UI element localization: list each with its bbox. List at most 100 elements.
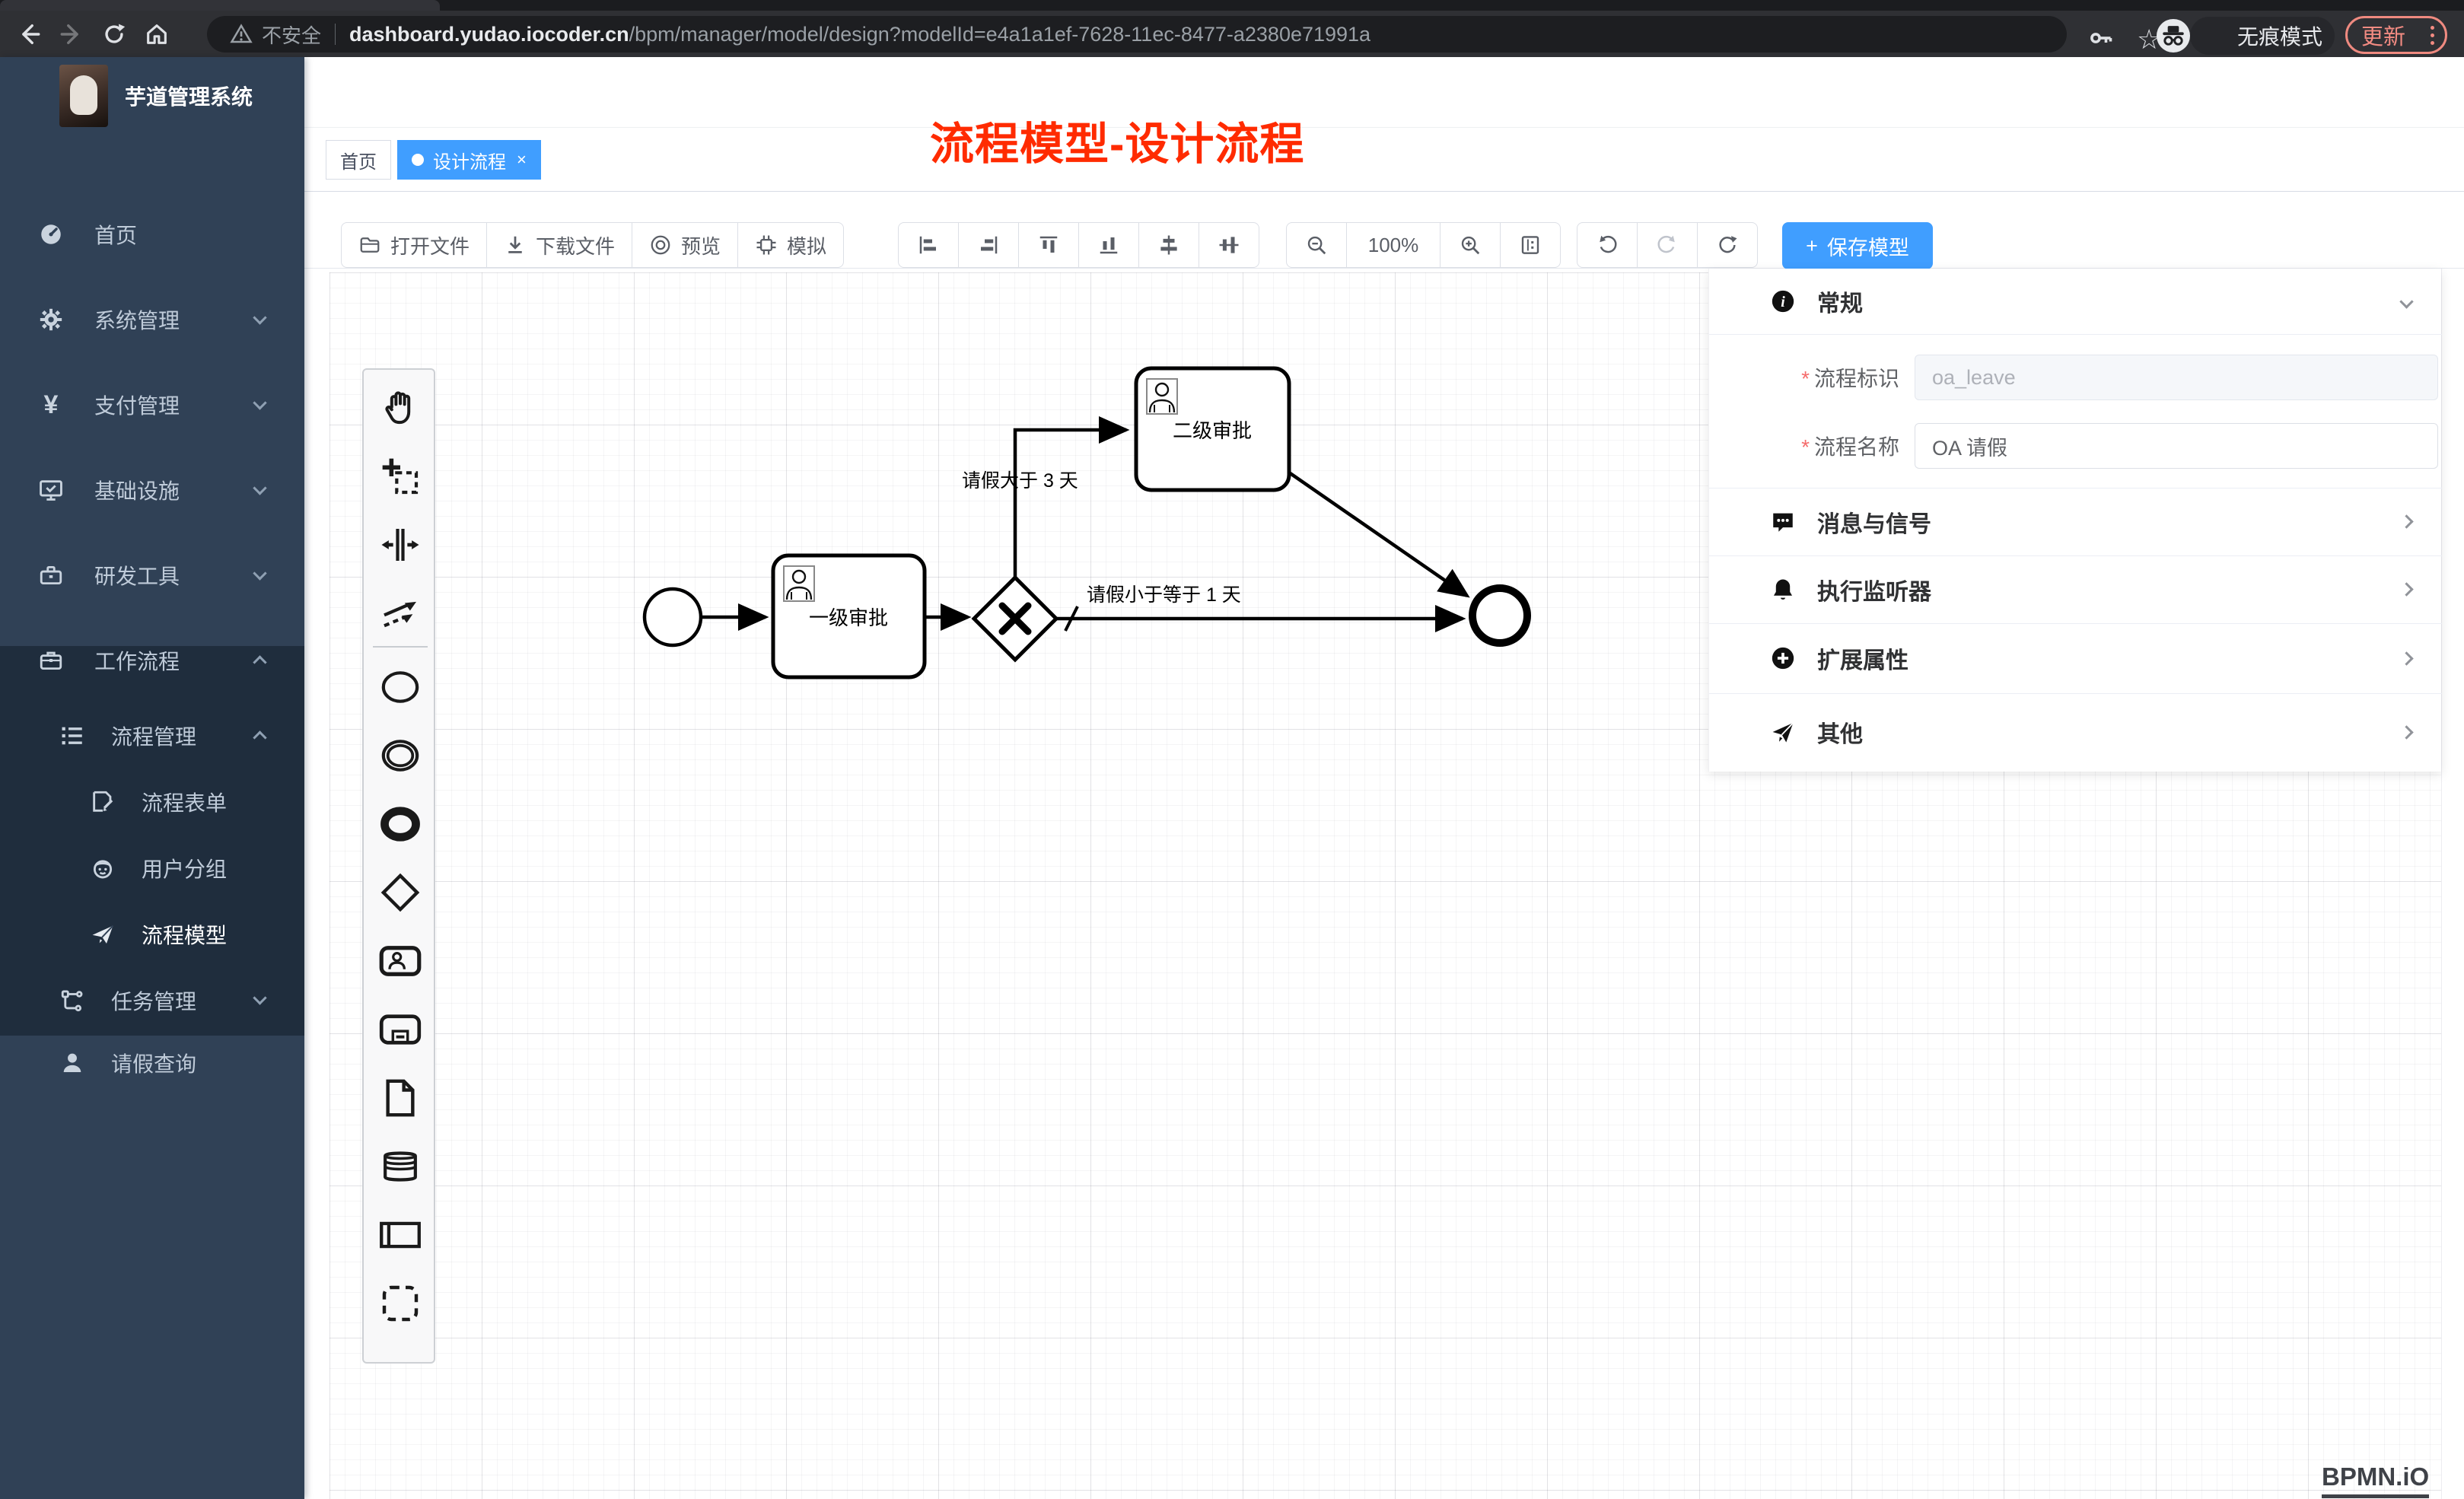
send-icon — [1770, 719, 1796, 745]
close-icon[interactable]: × — [517, 150, 527, 170]
align-top-icon — [1037, 234, 1060, 256]
align-right-icon — [977, 234, 1000, 256]
security-label[interactable]: 不安全 — [262, 21, 321, 49]
browser-forward-icon[interactable] — [50, 13, 93, 56]
space-tool[interactable] — [364, 511, 437, 579]
user-group-icon — [90, 855, 116, 881]
task2-label[interactable]: 二级审批 — [1173, 419, 1252, 442]
sidebar-item-process-form[interactable]: 流程表单 — [0, 769, 304, 835]
align-right-button[interactable] — [958, 222, 1019, 268]
sidebar-item-user-group[interactable]: 用户分组 — [0, 835, 304, 901]
tag-design-process[interactable]: 设计流程 × — [397, 140, 541, 180]
zoom-in-button[interactable] — [1440, 222, 1501, 268]
bpmn-palette — [362, 368, 435, 1364]
redo-button[interactable] — [1637, 222, 1698, 268]
browser-update-button[interactable]: 更新 — [2345, 16, 2447, 54]
flow-label-greater-3days[interactable]: 请假大于 3 天 — [962, 470, 1078, 492]
sidebar-item-payment[interactable]: ¥ 支付管理 — [0, 362, 304, 447]
chevron-down-icon — [253, 396, 266, 409]
flow-task2-end[interactable] — [1289, 473, 1467, 596]
process-key-label: *流程标识 — [1709, 362, 1899, 393]
tag-label: 首页 — [340, 147, 377, 173]
process-key-field-row: *流程标识 — [1709, 351, 2442, 404]
refresh-button[interactable] — [1697, 222, 1758, 268]
process-name-label: *流程名称 — [1709, 431, 1899, 461]
chevron-right-icon — [2399, 582, 2413, 596]
preview-icon — [649, 234, 672, 256]
align-center-vertical-button[interactable] — [1199, 222, 1259, 268]
preview-button[interactable]: 预览 — [632, 222, 738, 268]
sidebar-item-infra[interactable]: 基础设施 — [0, 447, 304, 533]
sidebar-item-system[interactable]: 系统管理 — [0, 277, 304, 362]
sidebar-item-leave-query[interactable]: 请假查询 — [0, 1033, 304, 1092]
align-bottom-button[interactable] — [1078, 222, 1139, 268]
section-title: 消息与信号 — [1817, 505, 1931, 539]
undo-button[interactable] — [1577, 222, 1638, 268]
section-execution-listener[interactable]: 执行监听器 — [1709, 555, 2442, 623]
open-file-button[interactable]: 打开文件 — [341, 222, 487, 268]
create-end-event[interactable] — [364, 790, 437, 858]
fit-viewport-button[interactable] — [1500, 222, 1561, 268]
chevron-right-icon — [2399, 651, 2413, 665]
start-event[interactable] — [645, 589, 701, 645]
align-top-button[interactable] — [1018, 222, 1079, 268]
create-user-task[interactable] — [364, 927, 437, 995]
sidebar-item-process-model[interactable]: 流程模型 — [0, 901, 304, 967]
redo-icon — [1656, 234, 1679, 256]
tag-home[interactable]: 首页 — [326, 140, 391, 180]
browser-active-tab-sliver[interactable] — [0, 0, 440, 11]
global-connect-tool[interactable] — [364, 579, 437, 648]
create-participant[interactable] — [364, 1201, 437, 1269]
app-logo — [59, 65, 108, 127]
process-name-input[interactable] — [1915, 423, 2438, 469]
section-message-signal[interactable]: 消息与信号 — [1709, 488, 2442, 555]
browser-reload-icon[interactable] — [93, 13, 135, 56]
zoom-in-icon — [1459, 234, 1482, 256]
browser-address-bar[interactable]: 不安全 dashboard.yudao.iocoder.cn/bpm/manag… — [207, 16, 2067, 53]
sidebar-item-workflow[interactable]: 工作流程 — [0, 618, 304, 703]
sidebar-item-devtools[interactable]: 研发工具 — [0, 533, 304, 618]
browser-back-icon[interactable] — [8, 13, 50, 56]
password-key-icon[interactable] — [2087, 24, 2114, 56]
bpmn-io-watermark[interactable]: BPMN.iO — [2322, 1462, 2429, 1498]
task1-label[interactable]: 一级审批 — [809, 606, 888, 629]
sidebar-item-home[interactable]: 首页 — [0, 192, 304, 277]
download-file-button[interactable]: 下载文件 — [486, 222, 632, 268]
align-center-horizontal-button[interactable] — [1138, 222, 1199, 268]
sidebar: 芋道管理系统 首页 系统管理 ¥ 支付管理 基础设施 研发工具 — [0, 57, 304, 1499]
undo-icon — [1596, 234, 1619, 256]
create-intermediate-event[interactable] — [364, 721, 437, 790]
sidebar-item-task-mgmt[interactable]: 任务管理 — [0, 967, 304, 1033]
align-left-button[interactable] — [898, 222, 959, 268]
zoom-out-button[interactable] — [1286, 222, 1347, 268]
browser-home-icon[interactable] — [135, 13, 178, 56]
section-extended-attributes[interactable]: 扩展属性 — [1709, 623, 2442, 693]
create-gateway[interactable] — [364, 858, 437, 927]
plus-circle-icon — [1770, 645, 1796, 671]
sidebar-item-process-mgmt[interactable]: 流程管理 — [0, 703, 304, 769]
create-data-store[interactable] — [364, 1132, 437, 1201]
flow-label-lte-1day[interactable]: 请假小于等于 1 天 — [1087, 584, 1241, 606]
lasso-tool[interactable] — [364, 442, 437, 511]
create-group[interactable] — [364, 1269, 437, 1338]
browser-menu-dots-icon[interactable] — [2431, 26, 2434, 45]
section-other[interactable]: 其他 — [1709, 693, 2442, 771]
end-event[interactable] — [1472, 588, 1527, 643]
simulate-button[interactable]: 模拟 — [737, 222, 844, 268]
zoom-level-display[interactable]: 100% — [1346, 222, 1441, 268]
create-data-object[interactable] — [364, 1064, 437, 1132]
save-model-button[interactable]: + 保存模型 — [1782, 222, 1933, 269]
sidebar-item-label: 研发工具 — [94, 560, 180, 590]
process-key-input[interactable] — [1915, 355, 2438, 400]
sidebar-logo-row[interactable]: 芋道管理系统 — [0, 57, 304, 135]
message-icon — [1770, 509, 1796, 535]
section-general[interactable]: i 常规 — [1709, 269, 2442, 334]
create-subprocess[interactable] — [364, 995, 437, 1064]
zoom-level-label: 100% — [1368, 234, 1419, 257]
create-start-event[interactable] — [364, 653, 437, 721]
hand-tool[interactable] — [364, 374, 437, 442]
flow-gateway-task2[interactable] — [1015, 430, 1126, 578]
browser-tabstrip — [0, 0, 2464, 11]
update-label[interactable]: 更新 — [2361, 19, 2405, 51]
tag-label: 设计流程 — [433, 147, 506, 173]
